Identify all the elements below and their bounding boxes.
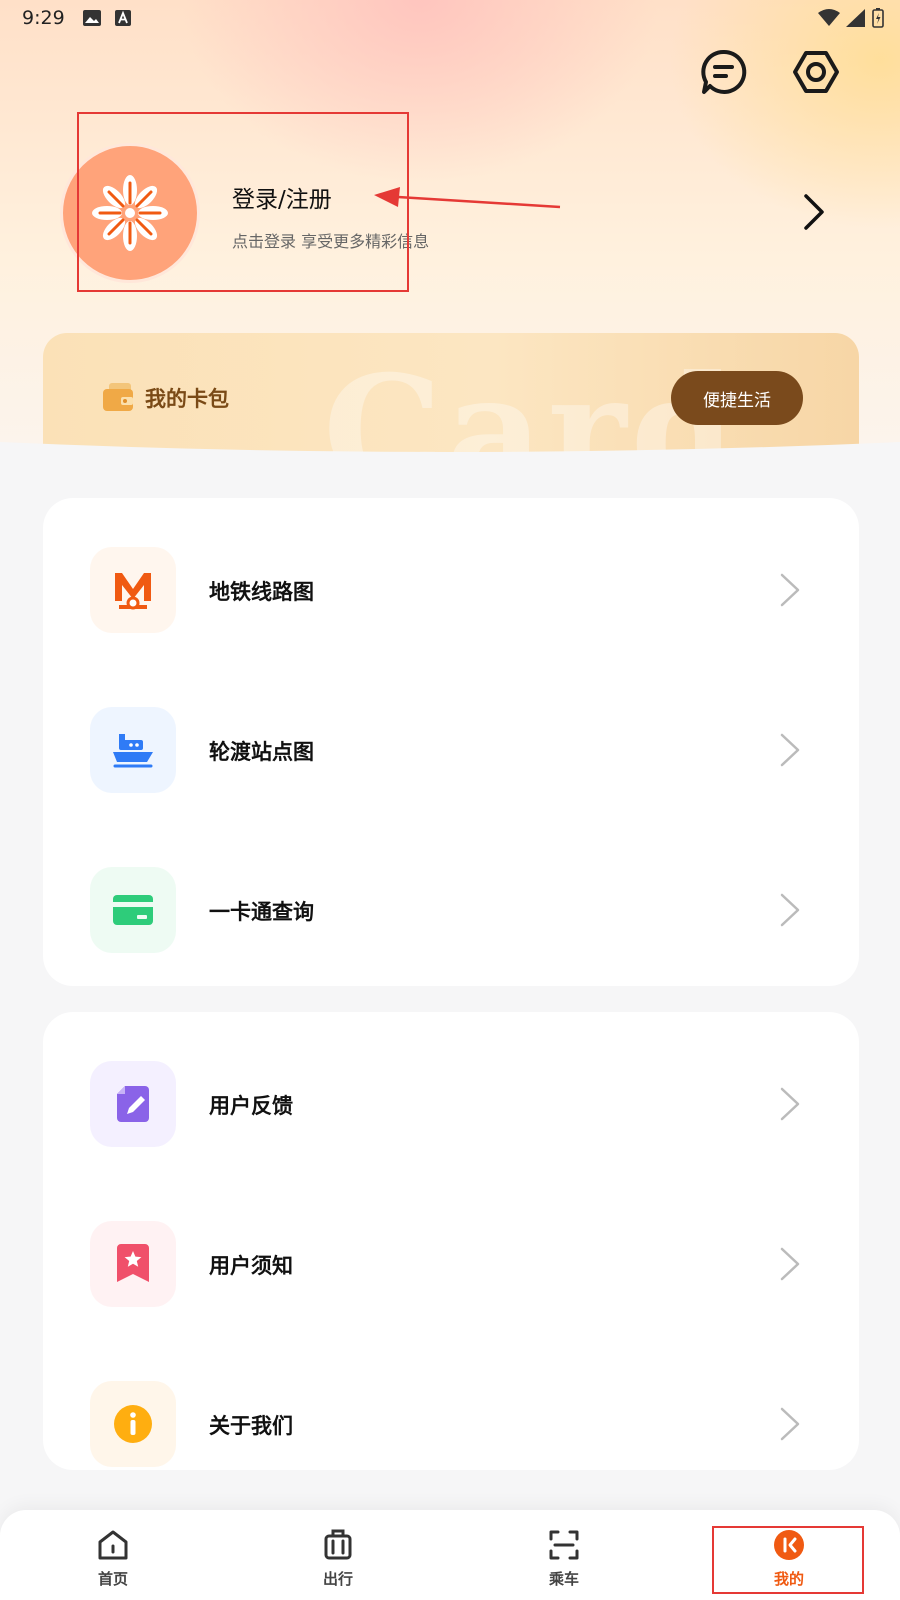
header-wave-divider: [0, 442, 900, 482]
settings-icon[interactable]: [792, 48, 840, 96]
luggage-icon: [324, 1529, 352, 1560]
menu-item-metro-map[interactable]: 地铁线路图: [43, 528, 859, 648]
menu-item-card-query[interactable]: 一卡通查询: [43, 848, 859, 968]
chevron-right-icon[interactable]: [800, 192, 828, 232]
annotation-box-login: [77, 112, 409, 292]
menu-item-label: 地铁线路图: [209, 580, 314, 604]
ferry-icon: [90, 707, 176, 793]
wallet-icon: [103, 383, 133, 411]
message-icon[interactable]: [700, 48, 748, 96]
menu-item-about-us[interactable]: 关于我们: [43, 1362, 859, 1482]
chevron-right-icon: [780, 1247, 800, 1281]
tab-ride[interactable]: 乘车: [504, 1510, 624, 1600]
info-icon: [90, 1381, 176, 1467]
feedback-icon: [90, 1061, 176, 1147]
menu-item-notice[interactable]: 用户须知: [43, 1202, 859, 1322]
tab-travel[interactable]: 出行: [278, 1510, 398, 1600]
wallet-label: 我的卡包: [145, 387, 229, 411]
tab-label: 乘车: [548, 1570, 579, 1588]
metro-icon: [90, 547, 176, 633]
card-icon: [90, 867, 176, 953]
annotation-arrow: [374, 187, 561, 209]
menu-card-transit: 地铁线路图 轮渡站点图 一卡通查询: [43, 498, 859, 986]
signal-icon: [846, 9, 865, 27]
battery-icon: [872, 8, 884, 28]
tab-label: 首页: [97, 1570, 128, 1588]
wifi-icon: [818, 9, 840, 26]
convenient-life-button[interactable]: 便捷生活: [671, 371, 803, 425]
menu-item-label: 关于我们: [209, 1414, 293, 1438]
menu-item-label: 用户反馈: [209, 1094, 293, 1118]
chevron-right-icon: [780, 1407, 800, 1441]
tab-label: 出行: [322, 1570, 353, 1588]
menu-item-label: 用户须知: [209, 1254, 293, 1278]
status-indicators: [818, 8, 884, 28]
status-bar: 9:29: [0, 0, 900, 36]
scan-icon: [549, 1530, 579, 1560]
menu-item-feedback[interactable]: 用户反馈: [43, 1042, 859, 1162]
menu-item-ferry-map[interactable]: 轮渡站点图: [43, 688, 859, 808]
annotation-box-tab: [712, 1526, 864, 1594]
tab-home[interactable]: 首页: [53, 1510, 173, 1600]
notice-icon: [90, 1221, 176, 1307]
menu-item-label: 轮渡站点图: [209, 740, 314, 764]
text-notification-icon: [114, 10, 131, 26]
chevron-right-icon: [780, 893, 800, 927]
image-notification-icon: [82, 10, 101, 26]
status-time: 9:29: [22, 7, 65, 29]
menu-item-label: 一卡通查询: [209, 900, 314, 924]
home-icon: [98, 1530, 128, 1560]
menu-card-about: 用户反馈 用户须知 关于我们: [43, 1012, 859, 1470]
chevron-right-icon: [780, 733, 800, 767]
chevron-right-icon: [780, 573, 800, 607]
chevron-right-icon: [780, 1087, 800, 1121]
